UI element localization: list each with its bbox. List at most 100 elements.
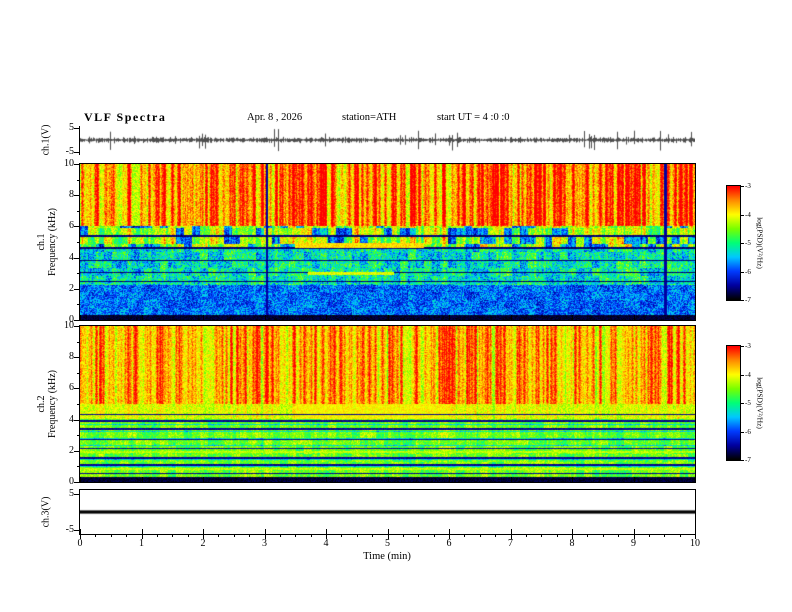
time-axis-label: Time (min) (363, 551, 411, 562)
y-tick-label: 6 (69, 382, 74, 394)
x-minor-tick-mark (372, 535, 374, 537)
colorbar-tick-mark (741, 403, 744, 404)
y-tick-mark (77, 304, 80, 306)
x-minor-tick-mark (110, 535, 112, 537)
ch2-axis-frequency-line: Frequency (kHz) (47, 369, 58, 439)
y-tick-mark (77, 179, 80, 181)
x-tick-mark (695, 529, 696, 534)
x-tick-mark (326, 529, 327, 534)
ch3-voltage-tick-label: -5 (65, 524, 74, 535)
x-tick-label: 7 (508, 538, 513, 549)
x-tick-mark (633, 315, 635, 320)
x-tick-mark (80, 477, 81, 482)
colorbar-tick-mark (741, 186, 744, 187)
x-tick-mark (141, 477, 143, 482)
x-tick-mark (387, 477, 389, 482)
ch1-colorbar (726, 185, 741, 301)
colorbar-tick-label: -4 (745, 370, 751, 379)
x-tick-label: 3 (262, 538, 267, 549)
x-tick-mark (387, 529, 389, 534)
x-minor-tick-mark (648, 535, 650, 537)
y-tick-label: 2 (69, 444, 74, 456)
y-tick-mark (77, 273, 80, 275)
x-minor-tick-mark (310, 535, 312, 537)
x-tick-mark (633, 529, 635, 534)
y-tick-label: 10 (64, 320, 74, 331)
y-tick-mark (74, 195, 80, 197)
x-tick-label: 9 (631, 538, 636, 549)
colorbar-tick-label: -7 (745, 456, 751, 464)
colorbar-tick-mark (741, 374, 744, 376)
x-minor-tick-mark (602, 535, 604, 537)
x-tick-mark (695, 477, 696, 482)
x-tick-mark (387, 315, 389, 320)
y-tick-mark (77, 404, 80, 405)
ch1-voltage-tick-label: 5 (69, 122, 74, 133)
start-ut-label: start UT = 4 :0 :0 (437, 112, 510, 123)
ch3-voltage-tick-mark (74, 530, 80, 531)
colorbar-tick-label: -6 (745, 267, 751, 276)
y-tick-label: 8 (69, 189, 74, 201)
colorbar-tick-label: -3 (745, 342, 751, 350)
colorbar-tick-mark (741, 431, 744, 433)
ch1-colorbar-label: log(PSD)(V²/Hz) (755, 217, 765, 269)
x-tick-mark (449, 315, 450, 320)
ch2-colorbar (726, 345, 741, 461)
x-tick-mark (80, 529, 81, 534)
x-minor-tick-mark (249, 535, 251, 537)
y-tick-mark (74, 419, 80, 421)
y-tick-mark (74, 450, 80, 452)
y-tick-mark (74, 288, 80, 290)
ch1-colorbar-canvas (727, 186, 740, 300)
x-minor-tick-mark (172, 535, 174, 537)
figure-title: VLF Spectra (84, 110, 167, 124)
colorbar-tick-mark (741, 346, 744, 347)
x-tick-label: 10 (690, 538, 700, 549)
y-tick-mark (74, 226, 80, 228)
x-tick-mark (510, 477, 512, 482)
x-tick-mark (633, 477, 635, 482)
x-minor-tick-mark (679, 535, 681, 537)
station-label: station=ATH (342, 112, 397, 123)
x-tick-mark (203, 477, 204, 482)
x-tick-mark (203, 315, 204, 320)
x-tick-label: 1 (139, 538, 144, 549)
colorbar-tick-mark (741, 243, 744, 244)
x-tick-mark (572, 477, 573, 482)
colorbar-tick-label: -7 (745, 296, 751, 304)
x-minor-tick-mark (433, 535, 435, 537)
ch2-axis-channel-line: ch.2 (36, 395, 47, 413)
x-tick-mark (326, 315, 327, 320)
colorbar-tick-label: -3 (745, 182, 751, 190)
y-tick-mark (74, 320, 80, 321)
ch1-spectrogram-panel (79, 163, 696, 321)
y-tick-mark (74, 326, 80, 327)
x-minor-tick-mark (418, 535, 420, 537)
ch1-spectrogram-canvas (80, 164, 695, 320)
vlf-spectra-figure: VLF Spectra Apr. 8 , 2026 station=ATH st… (0, 0, 792, 612)
ch1-voltage-tick-mark (74, 128, 80, 129)
y-tick-mark (74, 357, 80, 359)
ch2-colorbar-canvas (727, 346, 740, 460)
x-minor-tick-mark (233, 535, 235, 537)
colorbar-tick-label: -5 (745, 399, 751, 407)
x-tick-label: 2 (200, 538, 206, 549)
ch2-spectrogram-canvas (80, 326, 695, 482)
x-minor-tick-mark (479, 535, 481, 537)
x-minor-tick-mark (525, 535, 527, 537)
ch1-voltage-tick-label: -5 (65, 146, 74, 157)
ch3-voltage-axis-label: ch.3(V) (40, 496, 52, 528)
colorbar-tick-mark (741, 460, 744, 461)
colorbar-tick-label: -5 (745, 239, 751, 247)
y-tick-mark (74, 482, 80, 483)
x-tick-label: 8 (569, 538, 575, 549)
x-tick-mark (203, 529, 204, 534)
colorbar-tick-mark (741, 300, 744, 301)
x-tick-label: 5 (385, 538, 390, 549)
ch1-frequency-axis-label: ch.1 Frequency (kHz) (36, 208, 58, 276)
y-tick-label: 4 (69, 413, 74, 425)
y-tick-mark (77, 242, 80, 243)
x-minor-tick-mark (541, 535, 543, 537)
x-tick-label: 6 (446, 538, 452, 549)
y-tick-label: 0 (69, 476, 74, 487)
